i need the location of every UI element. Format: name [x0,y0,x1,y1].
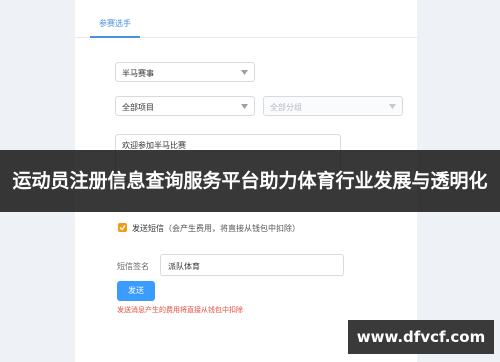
sms-checkbox-label: 发送短信（会产生费用，将直接从钱包中扣除） [132,223,300,234]
tab-participants[interactable]: 参赛选手 [90,18,140,38]
sms-checkbox[interactable] [118,223,127,232]
chevron-down-icon [241,104,248,109]
project-select[interactable]: 全部项目 [115,96,255,116]
site-watermark: www.dfvcf.com [348,320,494,354]
sms-label-text: 发送短信 [132,224,164,233]
chevron-down-icon [241,70,248,75]
group-select-value: 全部分组 [270,103,302,112]
group-select[interactable]: 全部分组 [263,96,403,116]
event-select[interactable]: 半马赛事 [115,62,255,82]
send-button[interactable]: 发送 [117,281,155,301]
project-select-value: 全部项目 [122,103,154,112]
chevron-down-icon [389,104,396,109]
headline-text: 运动员注册信息查询服务平台助力体育行业发展与透明化 [12,170,488,192]
sms-fee-note: （会产生费用，将直接从钱包中扣除） [164,224,300,233]
tab-bar: 参赛选手 [75,10,417,38]
check-icon [119,225,126,231]
signature-input[interactable]: 派队体育 [160,254,344,276]
event-select-value: 半马赛事 [122,69,154,78]
headline-banner: 运动员注册信息查询服务平台助力体育行业发展与透明化 [0,150,500,212]
signature-label: 短信签名 [117,262,149,271]
fee-warning: 发送消息产生的费用将直接从钱包中扣除 [117,306,243,314]
